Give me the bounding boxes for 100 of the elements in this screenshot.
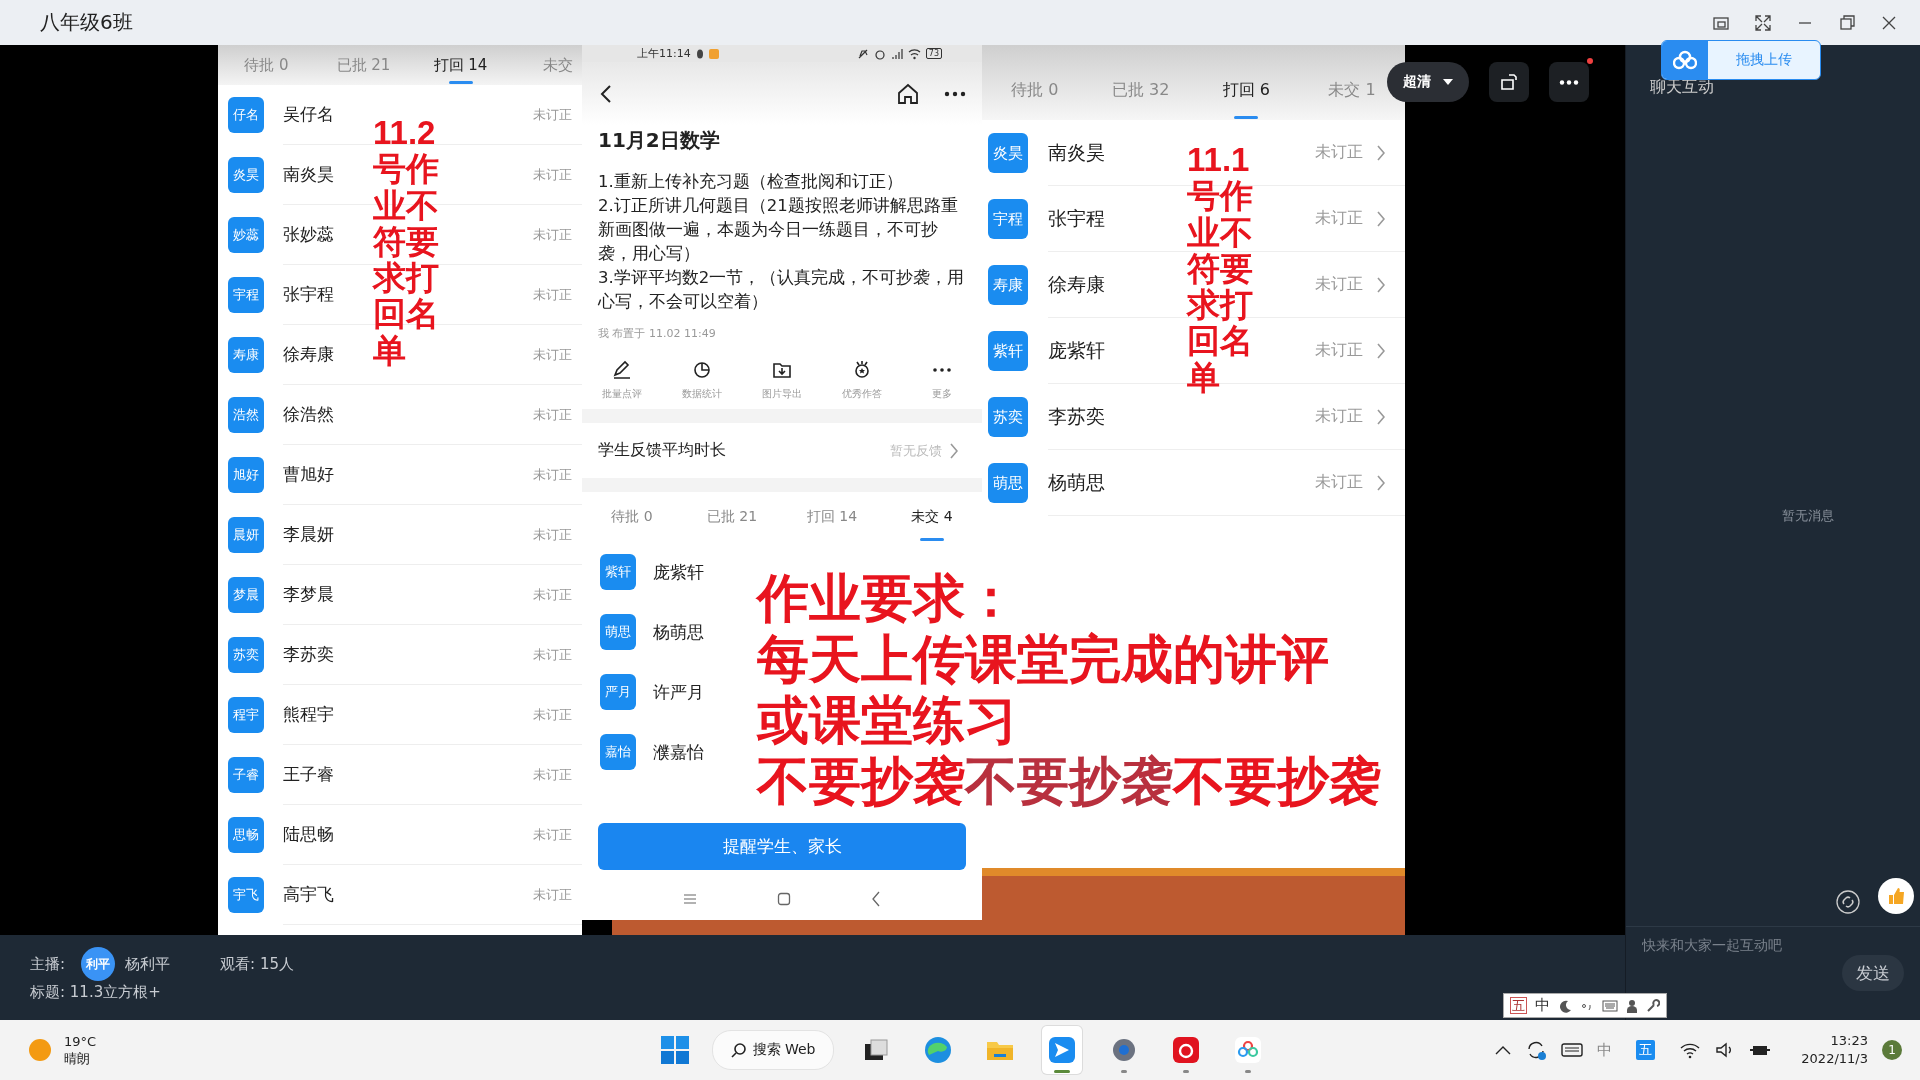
status-label: 未订正	[533, 105, 573, 124]
user-icon[interactable]	[1626, 998, 1638, 1013]
student-name[interactable]: 高宇飞	[283, 883, 334, 906]
sync-icon[interactable]	[1525, 1039, 1548, 1061]
link-icon[interactable]	[1836, 890, 1860, 914]
restore-icon[interactable]	[1838, 13, 1856, 32]
status-label: 未订正	[533, 405, 573, 424]
ime-mode-icon[interactable]: 五	[1510, 997, 1527, 1014]
more-icon[interactable]	[944, 90, 966, 97]
wifi-icon	[907, 47, 921, 60]
student-avatar: 宇程	[228, 277, 264, 313]
viewer-count: 观看: 15人	[220, 954, 294, 974]
assignment-text: 1.重新上传补充习题（检查批阅和订正）	[598, 171, 904, 193]
rotate-button[interactable]	[1489, 62, 1529, 102]
host-name: 杨利平	[125, 954, 171, 974]
student-avatar: 浩然	[228, 397, 264, 433]
tab[interactable]: 打回 14	[412, 45, 509, 85]
remind-button[interactable]: 提醒学生、家长	[598, 823, 966, 870]
student-name[interactable]: 杨萌思	[1048, 469, 1105, 496]
chevron-right-icon[interactable]	[1375, 275, 1385, 294]
chevron-right-icon[interactable]	[1375, 407, 1385, 426]
student-avatar: 紫轩	[988, 331, 1028, 371]
chat-input-field[interactable]: 快来和大家一起互动吧	[1642, 935, 1904, 955]
host-label: 主播:	[30, 954, 66, 974]
student-name[interactable]: 曹旭好	[283, 463, 334, 486]
student-name[interactable]: 徐浩然	[283, 403, 334, 426]
student-name[interactable]: 王子睿	[283, 763, 334, 786]
feedback-label: 学生反馈平均时长	[598, 440, 726, 461]
chevron-right-icon[interactable]	[1375, 341, 1385, 360]
chat-title: 聊天互动	[1650, 77, 1714, 98]
moon-icon[interactable]	[1558, 998, 1572, 1013]
search-field[interactable]: 搜索 Web	[711, 1030, 835, 1070]
chevron-up-icon[interactable]	[1495, 1045, 1512, 1055]
ime-language[interactable]: 中	[1535, 996, 1550, 1015]
quality-dropdown[interactable]: 超清	[1387, 62, 1469, 102]
student-name[interactable]: 徐寿康	[283, 343, 334, 366]
student-name[interactable]: 李晨妍	[283, 523, 334, 546]
wrench-icon[interactable]	[1646, 998, 1660, 1013]
tab[interactable]: 打回 6	[1193, 61, 1300, 120]
student-name[interactable]: 吴仔名	[283, 103, 334, 126]
mute-icon	[856, 47, 869, 60]
status-label: 未订正	[1315, 274, 1363, 295]
student-name[interactable]: 李苏奕	[283, 643, 334, 666]
status-label: 未订正	[533, 225, 573, 244]
tab[interactable]: 打回 14	[782, 492, 882, 542]
student-name[interactable]: 陆思畅	[283, 823, 334, 846]
tab[interactable]: 未交 4	[882, 492, 982, 542]
status-label: 未订正	[1315, 472, 1363, 493]
keyboard-icon[interactable]	[1561, 1043, 1584, 1057]
status-label: 未订正	[533, 765, 573, 784]
student-avatar: 宇飞	[228, 877, 264, 913]
notification-badge[interactable]: 1	[1882, 1040, 1902, 1060]
back-icon[interactable]	[598, 83, 614, 104]
notification-icon	[708, 48, 719, 59]
student-avatar: 萌思	[988, 463, 1028, 503]
clock[interactable]: 13:23 2022/11/3	[1801, 1032, 1868, 1068]
chevron-right-icon[interactable]	[1375, 473, 1385, 492]
stream-title: 标题: 11.3立方根+	[30, 983, 161, 1002]
student-name[interactable]: 南炎昊	[283, 163, 334, 186]
student-name[interactable]: 南炎昊	[1048, 139, 1105, 166]
send-button[interactable]: 发送	[1842, 955, 1904, 991]
battery-level: 73	[925, 48, 942, 59]
student-name[interactable]: 张宇程	[283, 283, 334, 306]
tab[interactable]: 待批 0	[582, 492, 682, 542]
student-avatar: 旭好	[228, 457, 264, 493]
student-name[interactable]: 庞紫轩	[653, 560, 704, 584]
student-name[interactable]: 李苏奕	[1048, 403, 1105, 430]
student-name[interactable]: 杨萌思	[653, 620, 704, 644]
student-avatar: 炎昊	[988, 133, 1028, 173]
status-label: 未订正	[533, 705, 573, 724]
start-icon[interactable]	[659, 1035, 690, 1065]
overlay-text: 每天上传课堂完成的讲评	[757, 631, 1330, 687]
student-name[interactable]: 李梦晨	[283, 583, 334, 606]
host-avatar: 利平	[81, 947, 116, 981]
caret-down-icon	[1443, 79, 1453, 85]
student-name[interactable]: 徐寿康	[1048, 271, 1105, 298]
student-name[interactable]: 庞紫轩	[1048, 337, 1105, 364]
assignment-text: 3.学评平均数2一节，（认真完成，不可抄袭，用心写，不会可以空着）	[598, 267, 966, 313]
student-name[interactable]: 熊程宇	[283, 703, 334, 726]
student-name[interactable]: 张妙蕊	[283, 223, 334, 246]
expand-icon[interactable]	[1754, 13, 1772, 32]
student-avatar: 紫轩	[600, 554, 636, 590]
home-icon[interactable]	[896, 81, 920, 106]
student-name[interactable]: 许严月	[653, 680, 704, 704]
home-button-icon[interactable]	[777, 892, 791, 906]
qq-icon	[695, 48, 704, 59]
student-avatar: 嘉怡	[600, 734, 636, 770]
weather-widget[interactable]: 19°C 晴朗	[28, 1033, 652, 1067]
chevron-right-icon[interactable]	[948, 441, 958, 460]
status-label: 未订正	[533, 825, 573, 844]
student-name[interactable]: 濮嘉怡	[653, 740, 704, 764]
status-label: 未订正	[1315, 208, 1363, 229]
student-name[interactable]: 张宇程	[1048, 205, 1105, 232]
student-avatar: 寿康	[228, 337, 264, 373]
wifi-icon[interactable]	[1679, 1041, 1702, 1059]
tab[interactable]: 已批 21	[682, 492, 782, 542]
chevron-right-icon[interactable]	[1375, 143, 1385, 162]
status-label: 未订正	[533, 885, 573, 904]
chevron-right-icon[interactable]	[1375, 209, 1385, 228]
thumbs-up-icon[interactable]	[1878, 878, 1914, 914]
